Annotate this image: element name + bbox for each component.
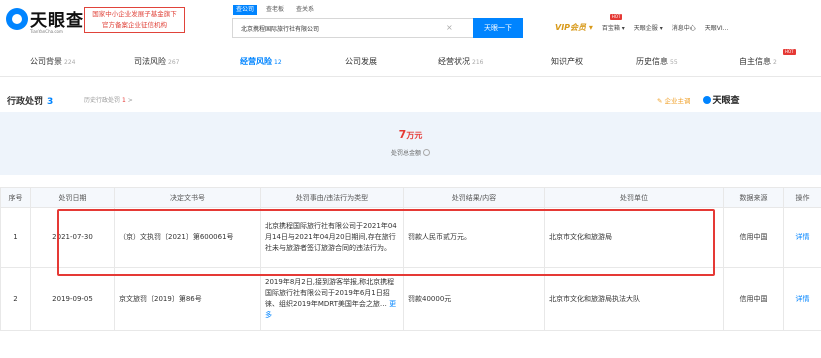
decision-doc-number: 京文旅罚〔2019〕第86号 (114, 267, 261, 331)
follow-button[interactable]: ✎ 企业主调 (657, 95, 691, 105)
search-tab-company[interactable]: 查公司 (233, 5, 258, 15)
table-header-row: 序号 处罚日期 决定文书号 处罚事由/违法行为类型 处罚结果/内容 处罚单位 数… (0, 187, 821, 208)
penalty-authority: 北京市文化和旅游局 (544, 207, 724, 268)
section-title: 行政处罚 3 (7, 97, 54, 107)
logo-subtitle: TianYanCha.com (30, 29, 63, 34)
search-tab-relation[interactable]: 查关系 (293, 5, 317, 15)
column-header: 处罚事由/违法行为类型 (260, 187, 404, 208)
enterprise-service-menu[interactable]: 天眼企服 ▾ (634, 23, 663, 32)
penalty-date: 2021-07-30 (30, 207, 115, 268)
penalty-reason: 2019年8月2日,接到游客举报,称北京携程国际旅行社有限公司于2019年6月1… (265, 278, 395, 308)
table-row: 2 2019-09-05 京文旅罚〔2019〕第86号 2019年8月2日,接到… (0, 267, 821, 331)
column-header: 操作 (783, 187, 821, 208)
history-penalty-link[interactable]: 历史行政处罚 1 > (84, 95, 133, 104)
search-button[interactable]: 天眼一下 (473, 18, 523, 38)
clear-icon[interactable]: × (446, 23, 453, 32)
section-count: 3 (47, 97, 54, 107)
total-penalty-amount: 7万元 (398, 128, 423, 141)
logo-eye-icon (702, 96, 711, 104)
message-center-link[interactable]: 消息中心 (672, 23, 696, 32)
search-tab-boss[interactable]: 查老板 (263, 5, 287, 15)
search-input-value[interactable]: 北京携程国际旅行社有限公司 (241, 24, 319, 33)
treasure-menu[interactable]: HOT 百宝箱 ▾ (601, 14, 625, 32)
column-header: 数据来源 (723, 187, 784, 208)
penalty-summary: 7万元 处罚总金额 (0, 112, 821, 175)
top-header: 天眼查 TianYanCha.com 国家中小企业发展子基金旗下 官方备案企业征… (0, 0, 821, 42)
company-tabs: 公司背景 224 司法风险 267 经营风险 12 公司发展 经营状况 216 知识产权… (0, 48, 821, 77)
penalty-reason-cell: 2019年8月2日,接到游客举报,称北京携程国际旅行社有限公司于2019年6月1… (260, 267, 404, 331)
column-header: 处罚日期 (30, 187, 115, 208)
penalty-result: 罚款40000元 (403, 267, 545, 331)
tab-history-info[interactable]: 历史信息 55 (636, 56, 678, 67)
row-index: 2 (0, 267, 31, 331)
hot-badge: HOT (609, 14, 623, 20)
treasure-label: 百宝箱 (601, 25, 620, 32)
column-header: 序号 (0, 187, 31, 208)
user-menu[interactable]: 天眼VI... (705, 23, 729, 32)
logo-title: 天眼查 (30, 11, 84, 31)
penalty-authority: 北京市文化和旅游局执法大队 (544, 267, 724, 331)
section-tools: ✎ 企业主调 天眼查 (657, 93, 740, 106)
detail-link[interactable]: 详情 (783, 207, 821, 268)
search-input[interactable]: 北京携程国际旅行社有限公司 × 天眼一下 (232, 18, 523, 38)
penalty-date: 2019-09-05 (30, 267, 115, 331)
penalty-reason: 北京携程国际旅行社有限公司于2021年04月14日与2021年04月20日期间,… (260, 207, 404, 268)
total-penalty-label: 处罚总金额 (0, 148, 821, 157)
tab-company-development[interactable]: 公司发展 (345, 56, 377, 67)
column-header: 决定文书号 (114, 187, 261, 208)
tab-company-background[interactable]: 公司背景 224 (30, 56, 75, 67)
data-source: 信用中国 (723, 267, 784, 331)
tab-business-risk[interactable]: 经营风险 12 (240, 56, 282, 67)
column-header: 处罚单位 (544, 187, 724, 208)
data-source: 信用中国 (723, 207, 784, 268)
penalty-table: 序号 处罚日期 决定文书号 处罚事由/违法行为类型 处罚结果/内容 处罚单位 数… (0, 187, 821, 331)
gov-certification-badge: 国家中小企业发展子基金旗下 官方备案企业征信机构 (84, 7, 185, 33)
top-nav: VIP会员 ▾ HOT 百宝箱 ▾ 天眼企服 ▾ 消息中心 天眼VI... (555, 14, 737, 33)
tab-self-info[interactable]: 自主信息 2 HOT (739, 49, 796, 67)
tab-operation-status[interactable]: 经营状况 216 (438, 56, 483, 67)
tab-judicial-risk[interactable]: 司法风险 267 (134, 56, 179, 67)
penalty-result: 罚款人民币贰万元。 (403, 207, 545, 268)
hot-badge: HOT (783, 49, 796, 55)
detail-link[interactable]: 详情 (783, 267, 821, 331)
search-type-tabs: 查公司 查老板 查关系 (233, 5, 317, 15)
tianyancha-logo[interactable]: 天眼查 TianYanCha.com (6, 6, 84, 36)
column-header: 处罚结果/内容 (403, 187, 545, 208)
vip-link[interactable]: VIP会员 ▾ (555, 22, 593, 33)
logo-eye-icon (6, 8, 28, 30)
row-index: 1 (0, 207, 31, 268)
tianyancha-watermark: 天眼查 (702, 93, 740, 106)
tab-intellectual-property[interactable]: 知识产权 (551, 56, 583, 67)
decision-doc-number: （京）文执罚〔2021〕第600061号 (114, 207, 261, 268)
table-row: 1 2021-07-30 （京）文执罚〔2021〕第600061号 北京携程国际… (0, 207, 821, 268)
gov-badge-line1: 国家中小企业发展子基金旗下 (92, 10, 177, 18)
help-icon[interactable] (423, 149, 430, 156)
gov-badge-line2: 官方备案企业征信机构 (102, 21, 167, 29)
